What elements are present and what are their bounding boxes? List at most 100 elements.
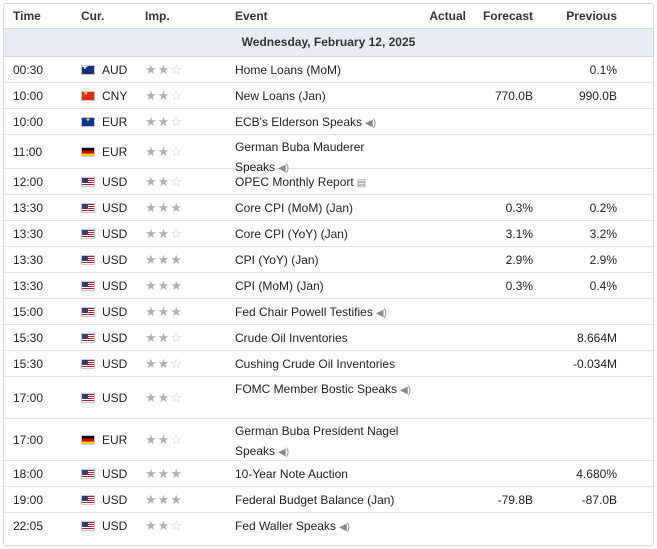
event-label[interactable]: Fed Waller Speaks — [235, 519, 336, 533]
event-name[interactable]: ECB's Elderson Speaks ◀) — [235, 112, 415, 134]
forecast-value: 770.0B — [494, 89, 533, 103]
event-label[interactable]: Home Loans (MoM) — [235, 63, 341, 77]
sound-icon[interactable]: ◀) — [365, 118, 376, 129]
event-time: 10:00 — [13, 89, 44, 103]
table-row[interactable]: 10:00EUR★★☆ECB's Elderson Speaks◀) — [4, 109, 653, 135]
event-name[interactable]: Crude Oil Inventories — [235, 328, 415, 348]
flag-icon — [81, 177, 95, 187]
star-icon: ★ — [157, 466, 171, 481]
star-icon: ★ — [145, 62, 158, 77]
event-name[interactable]: 10-Year Note Auction — [235, 464, 415, 484]
star-icon: ★ — [157, 492, 171, 507]
event-label[interactable]: OPEC Monthly Report — [235, 175, 354, 189]
table-header: Time Cur. Imp. Event Actual Forecast Pre… — [4, 4, 653, 29]
star-icon: ★ — [145, 114, 158, 129]
previous-value: 0.4% — [589, 279, 617, 293]
event-label[interactable]: Fed Chair Powell Testifies — [235, 305, 373, 319]
table-row[interactable]: 13:30 USD ★★★ Core CPI (MoM) (Jan) 0.3% 0.2% — [4, 195, 653, 221]
event-label[interactable]: Crude Oil Inventories — [235, 331, 348, 345]
event-label[interactable]: Federal Budget Balance (Jan) — [235, 493, 394, 507]
event-label[interactable]: Cushing Crude Oil Inventories — [235, 357, 395, 371]
event-label[interactable]: CPI (MoM) (Jan) — [235, 279, 324, 293]
sound-icon[interactable]: ◀) — [278, 447, 289, 458]
header-importance[interactable]: Imp. — [145, 9, 170, 23]
flag-icon — [81, 65, 95, 75]
event-name[interactable]: Core CPI (MoM) (Jan) — [235, 198, 415, 218]
event-label[interactable]: Core CPI (YoY) (Jan) — [235, 227, 348, 241]
event-label[interactable]: Core CPI (MoM) (Jan) — [235, 201, 353, 215]
star-icon: ★ — [145, 432, 158, 447]
importance-stars: ★★★ — [145, 252, 183, 268]
star-icon: ★ — [157, 390, 171, 405]
currency-code: USD — [102, 493, 128, 507]
event-name[interactable]: Fed Chair Powell Testifies ◀) — [235, 302, 415, 324]
header-event[interactable]: Event — [235, 9, 268, 23]
event-name[interactable]: Federal Budget Balance (Jan) — [235, 490, 415, 510]
event-rows: 00:30AUD★★☆Home Loans (MoM)0.1%10:00CNY★… — [4, 57, 653, 539]
table-row[interactable]: 11:00 EUR ★★☆ German Buba Mauderer Speaks ◀) — [4, 135, 653, 174]
event-name[interactable]: CPI (MoM) (Jan) — [235, 276, 415, 296]
event-label[interactable]: German Buba President Nagel Speaks — [235, 424, 398, 458]
event-time: 22:05 — [13, 519, 44, 533]
event-name[interactable]: Fed Waller Speaks ◀) — [235, 516, 415, 538]
table-row[interactable]: 15:30 USD ★★☆ Crude Oil Inventories 8.664M — [4, 325, 653, 351]
table-row[interactable]: 22:05 USD ★★☆ Fed Waller Speaks ◀) — [4, 513, 653, 539]
event-name[interactable]: New Loans (Jan) — [235, 86, 415, 106]
currency-code: USD — [102, 467, 128, 481]
event-label[interactable]: FOMC Member Bostic Speaks — [235, 382, 397, 396]
star-icon: ☆ — [170, 330, 183, 345]
table-row[interactable]: 15:00 USD ★★★ Fed Chair Powell Testifies ◀) — [4, 299, 653, 325]
currency-code: EUR — [102, 115, 128, 129]
table-row[interactable]: 13:30 USD ★★☆ Core CPI (YoY) (Jan) 3.1% 3.2% — [4, 221, 653, 247]
sound-icon[interactable]: ◀) — [400, 385, 411, 396]
table-row[interactable]: 17:00 EUR ★★☆ German Buba President Nagel S… — [4, 419, 653, 461]
table-row[interactable]: 10:00CNY★★☆New Loans (Jan)770.0B990.0B — [4, 83, 653, 109]
star-icon: ★ — [170, 466, 183, 481]
table-row[interactable]: 19:00 USD ★★★ Federal Budget Balance (Jan) -… — [4, 487, 653, 513]
event-label[interactable]: New Loans (Jan) — [235, 89, 326, 103]
event-name[interactable]: German Buba President Nagel Speaks ◀) — [235, 421, 415, 463]
event-time: 18:00 — [13, 467, 44, 481]
star-icon: ★ — [145, 278, 158, 293]
importance-stars: ★★☆ — [145, 114, 183, 130]
event-label[interactable]: ECB's Elderson Speaks — [235, 115, 362, 129]
report-icon[interactable]: ▤ — [357, 178, 366, 189]
event-time: 11:00 — [13, 145, 43, 159]
importance-stars: ★★☆ — [145, 62, 183, 78]
table-row[interactable]: 18:00 USD ★★★ 10-Year Note Auction 4.680% — [4, 461, 653, 487]
event-name[interactable]: CPI (YoY) (Jan) — [235, 250, 415, 270]
event-time: 13:30 — [13, 227, 44, 241]
event-time: 15:00 — [13, 305, 44, 319]
header-currency[interactable]: Cur. — [81, 9, 104, 23]
star-icon: ★ — [170, 304, 183, 319]
table-row[interactable]: 13:30 USD ★★★ CPI (MoM) (Jan) 0.3% 0.4% — [4, 273, 653, 299]
currency-code: USD — [102, 519, 128, 533]
importance-stars: ★★☆ — [145, 356, 183, 372]
event-label[interactable]: CPI (YoY) (Jan) — [235, 253, 319, 267]
header-forecast[interactable]: Forecast — [483, 9, 533, 23]
event-name[interactable]: Cushing Crude Oil Inventories — [235, 354, 415, 374]
flag-icon — [81, 117, 95, 127]
importance-stars: ★★☆ — [145, 432, 183, 448]
event-name[interactable]: FOMC Member Bostic Speaks ◀) — [235, 379, 415, 401]
sound-icon[interactable]: ◀) — [339, 522, 350, 533]
event-label[interactable]: 10-Year Note Auction — [235, 467, 348, 481]
table-row[interactable]: 15:30 USD ★★☆ Cushing Crude Oil Inventories… — [4, 351, 653, 377]
flag-icon — [81, 393, 95, 403]
header-previous[interactable]: Previous — [566, 9, 617, 23]
star-icon: ☆ — [170, 356, 183, 371]
event-name[interactable]: Core CPI (YoY) (Jan) — [235, 224, 415, 244]
header-actual[interactable]: Actual — [429, 9, 466, 23]
star-icon: ★ — [157, 330, 171, 345]
table-row[interactable]: 00:30AUD★★☆Home Loans (MoM)0.1% — [4, 57, 653, 83]
table-row[interactable]: 17:00 USD ★★☆ FOMC Member Bostic Speaks ◀) — [4, 377, 653, 419]
event-name[interactable]: OPEC Monthly Report ▤ — [235, 172, 415, 194]
sound-icon[interactable]: ◀) — [376, 308, 387, 319]
star-icon: ★ — [145, 356, 158, 371]
currency-code: EUR — [102, 433, 128, 447]
header-time[interactable]: Time — [13, 9, 41, 23]
event-name[interactable]: Home Loans (MoM) — [235, 60, 415, 80]
table-row[interactable]: 13:30 USD ★★★ CPI (YoY) (Jan) 2.9% 2.9% — [4, 247, 653, 273]
star-icon: ★ — [145, 492, 158, 507]
table-row[interactable]: 12:00 USD ★★☆ OPEC Monthly Report ▤ — [4, 169, 653, 195]
